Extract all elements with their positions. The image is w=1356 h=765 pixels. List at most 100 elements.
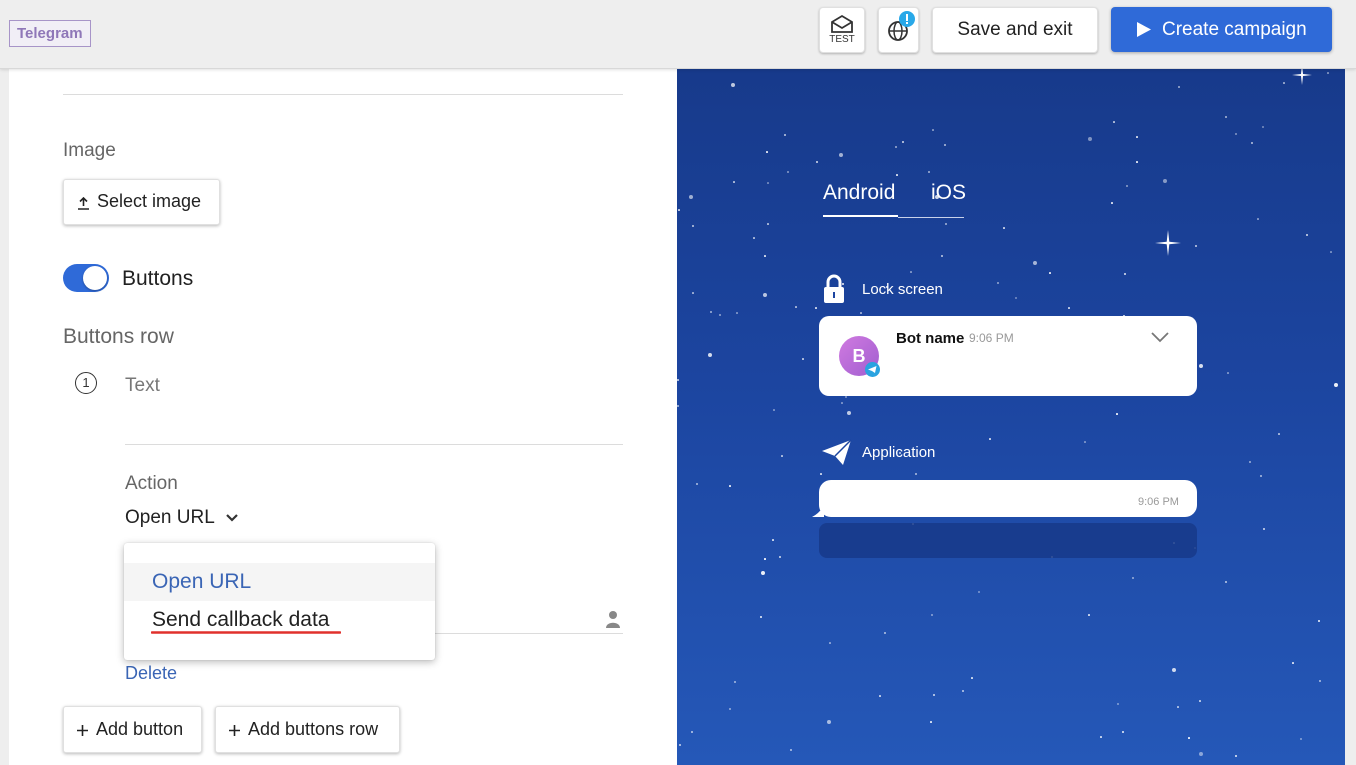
star — [841, 402, 843, 404]
star — [997, 282, 999, 284]
star — [1283, 82, 1285, 84]
inline-buttons-area — [819, 523, 1197, 558]
star — [895, 146, 897, 148]
warning-badge-icon — [899, 11, 915, 27]
test-button[interactable]: TEST — [819, 7, 865, 53]
upload-icon — [78, 197, 89, 210]
delete-button-link[interactable]: Delete — [125, 663, 177, 684]
star — [1163, 179, 1167, 183]
row-number-badge: 1 — [75, 372, 97, 394]
star — [677, 379, 679, 381]
action-select[interactable]: Open URL — [125, 507, 245, 533]
tab-android[interactable]: Android — [823, 181, 895, 205]
star — [689, 195, 693, 199]
application-message-bubble: 9:06 PM — [819, 480, 1197, 517]
star — [829, 642, 831, 644]
star — [1257, 218, 1259, 220]
action-label: Action — [125, 473, 178, 494]
button-text-input[interactable]: Text — [125, 375, 160, 397]
top-bar: Telegram TEST Save and exit Create campa… — [0, 0, 1356, 69]
star — [1318, 620, 1320, 622]
star — [795, 306, 797, 308]
star — [678, 209, 680, 211]
star — [696, 483, 698, 485]
star — [767, 223, 769, 225]
star — [847, 411, 851, 415]
star — [860, 312, 862, 314]
telegram-badge-icon — [865, 362, 880, 377]
star — [787, 171, 789, 173]
chevron-down-icon[interactable] — [1151, 332, 1169, 344]
star — [1225, 581, 1227, 583]
star — [933, 694, 935, 696]
star — [816, 161, 818, 163]
star — [773, 409, 775, 411]
star — [1327, 72, 1329, 74]
star — [902, 141, 904, 143]
star — [1126, 185, 1128, 187]
add-buttons-row-button[interactable]: Add buttons row — [215, 706, 400, 753]
add-button-button[interactable]: Add button — [63, 706, 202, 753]
star — [1003, 227, 1005, 229]
star — [1199, 364, 1203, 368]
star — [734, 681, 736, 683]
save-and-exit-button[interactable]: Save and exit — [932, 7, 1098, 53]
star — [1199, 700, 1201, 702]
star — [1278, 433, 1280, 435]
star — [731, 83, 735, 87]
star — [790, 749, 792, 751]
star — [1117, 703, 1119, 705]
star — [1235, 133, 1237, 135]
star — [763, 293, 767, 297]
star — [820, 473, 822, 475]
star — [1088, 614, 1090, 616]
person-icon[interactable] — [606, 610, 620, 628]
star — [710, 311, 712, 313]
star — [1330, 251, 1332, 253]
test-label: TEST — [829, 34, 855, 45]
create-campaign-button[interactable]: Create campaign — [1111, 7, 1332, 52]
star — [1260, 475, 1262, 477]
red-underline-annotation — [151, 631, 341, 634]
star — [691, 731, 693, 733]
tab-android-indicator — [823, 215, 898, 217]
channel-tag: Telegram — [9, 20, 91, 47]
star — [1177, 706, 1179, 708]
sparkle-icon — [1292, 69, 1312, 85]
bubble-tail — [812, 505, 824, 517]
language-button[interactable] — [878, 7, 919, 53]
star — [733, 181, 735, 183]
action-select-value: Open URL — [125, 507, 215, 528]
star — [784, 134, 786, 136]
star — [679, 744, 681, 746]
toggle-knob — [83, 266, 107, 290]
star — [1136, 161, 1138, 163]
star — [827, 720, 831, 724]
star — [1049, 272, 1051, 274]
star — [781, 455, 783, 457]
buttons-toggle[interactable] — [63, 264, 109, 292]
star — [1015, 297, 1017, 299]
star — [945, 223, 947, 225]
bot-name: Bot name — [896, 330, 965, 347]
paper-plane-icon — [822, 439, 852, 465]
star — [896, 174, 898, 176]
select-image-button[interactable]: Select image — [63, 179, 220, 225]
star — [815, 307, 817, 309]
star — [1113, 121, 1115, 123]
tab-ios-indicator — [898, 217, 964, 218]
lock-screen-label: Lock screen — [862, 281, 943, 298]
star — [802, 358, 804, 360]
star — [1088, 137, 1092, 141]
tab-ios[interactable]: iOS — [931, 181, 966, 205]
dropdown-option-open-url[interactable]: Open URL — [124, 563, 435, 601]
star — [962, 690, 964, 692]
star — [931, 614, 933, 616]
star — [915, 473, 917, 475]
star — [971, 677, 973, 679]
star — [764, 558, 766, 560]
star — [1227, 372, 1229, 374]
star — [839, 153, 843, 157]
application-label: Application — [862, 444, 936, 461]
star — [772, 539, 774, 541]
